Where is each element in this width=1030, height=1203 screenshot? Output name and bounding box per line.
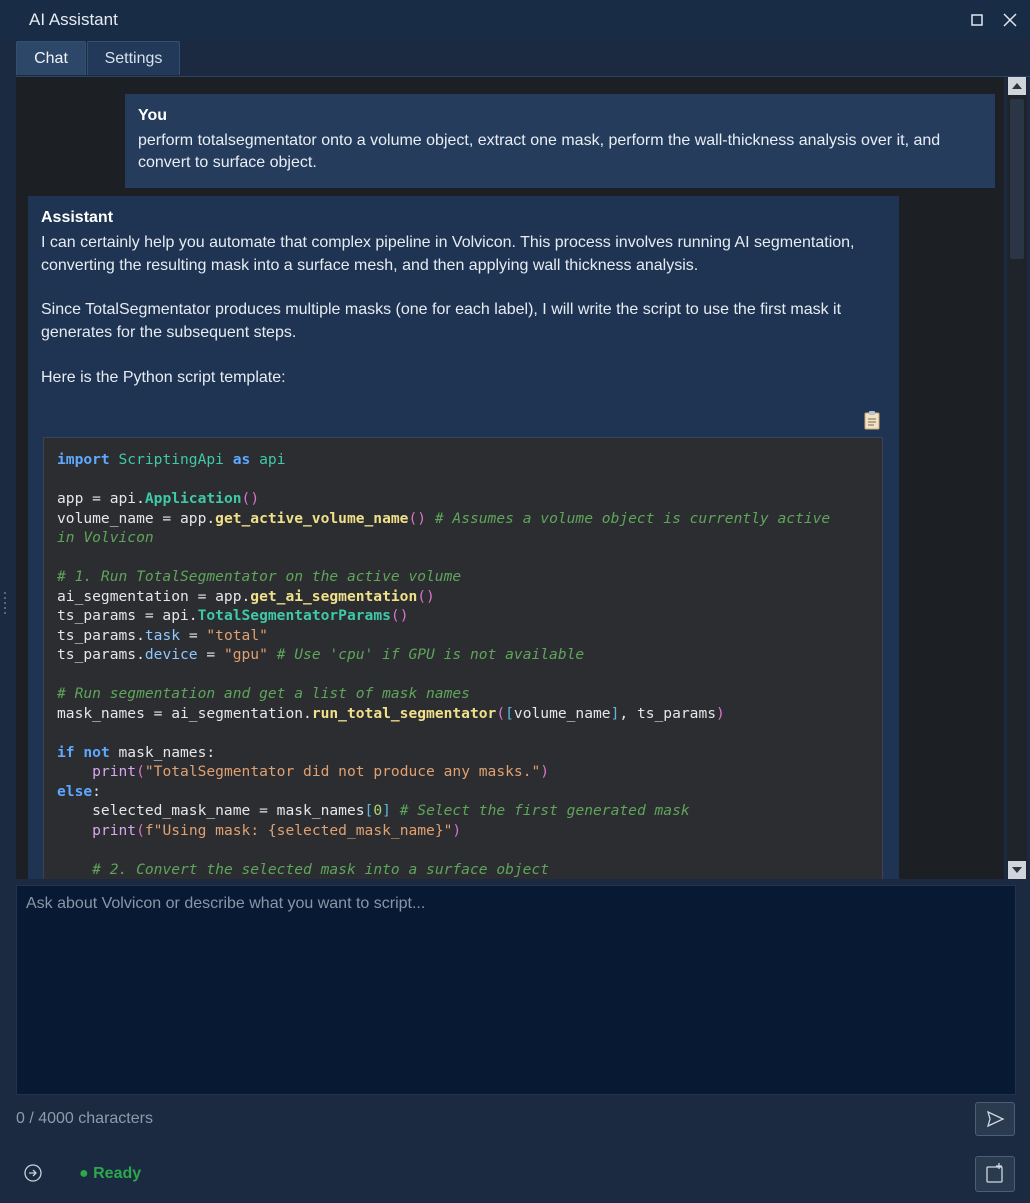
close-icon[interactable] — [998, 8, 1022, 32]
character-count: 0 / 4000 characters — [16, 1110, 153, 1127]
message-text: perform totalsegmentator onto a volume o… — [138, 132, 941, 171]
chat-history[interactable]: You perform totalsegmentator onto a volu… — [16, 77, 1004, 879]
resize-grip-icon[interactable] — [3, 590, 7, 618]
new-chat-icon — [986, 1163, 1003, 1183]
message-input[interactable] — [17, 886, 1015, 1094]
message-input-box[interactable] — [16, 885, 1016, 1095]
message-paragraph: Since TotalSegmentator produces multiple… — [41, 301, 842, 341]
send-button[interactable] — [975, 1102, 1015, 1136]
scroll-up-icon[interactable] — [1008, 77, 1026, 95]
message-paragraph: Here is the Python script template: — [41, 369, 286, 386]
maximize-icon[interactable] — [965, 8, 989, 32]
tab-settings[interactable]: Settings — [87, 41, 180, 75]
window-title: AI Assistant — [29, 10, 118, 29]
code-block[interactable]: import ScriptingApi as api app = api.App… — [43, 437, 883, 879]
title-bar: AI Assistant — [0, 0, 1030, 40]
tab-chat[interactable]: Chat — [16, 41, 86, 75]
message-sender: Assistant — [41, 209, 114, 226]
code-text: import ScriptingApi as api app = api.App… — [57, 451, 831, 878]
scroll-down-icon[interactable] — [1008, 861, 1026, 879]
circle-arrow-icon[interactable] — [23, 1163, 43, 1183]
message-sender: You — [138, 107, 168, 124]
assistant-message: Assistant I can certainly help you autom… — [28, 196, 899, 879]
clipboard-icon[interactable] — [863, 410, 881, 430]
tab-bar: Chat Settings — [16, 40, 1030, 77]
chat-scrollbar[interactable] — [1007, 77, 1027, 879]
new-chat-button[interactable] — [975, 1156, 1015, 1192]
scroll-thumb[interactable] — [1010, 99, 1024, 259]
send-icon — [986, 1110, 1005, 1128]
user-message: You perform totalsegmentator onto a volu… — [125, 94, 995, 188]
message-paragraph: I can certainly help you automate that c… — [41, 234, 855, 274]
status-indicator: ● Ready — [79, 1165, 142, 1182]
